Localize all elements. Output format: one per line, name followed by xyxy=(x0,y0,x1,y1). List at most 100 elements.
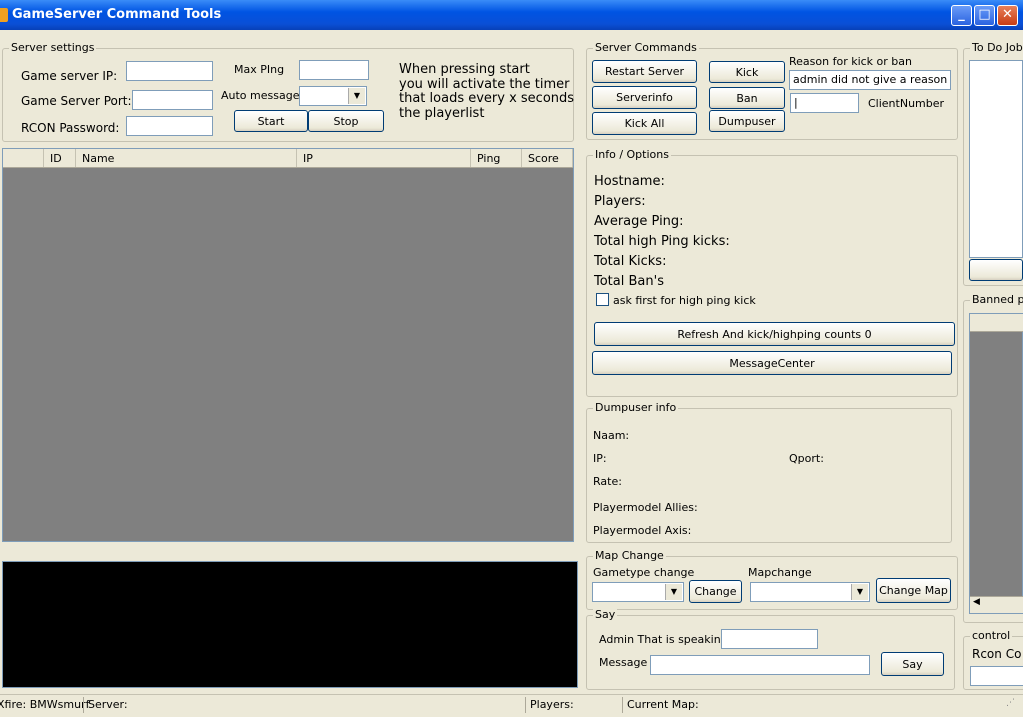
status-xfire: Xfire: BMWsmurf xyxy=(0,698,90,711)
playermodel-allies-label: Playermodel Allies: xyxy=(593,501,698,514)
todo-job-button[interactable] xyxy=(969,259,1023,281)
window-title: GameServer Command Tools xyxy=(12,7,222,22)
dumpuser-info-group: Dumpuser info xyxy=(586,401,952,543)
start-note-line3: that loads every x seconds xyxy=(399,91,575,106)
qport-label: Qport: xyxy=(789,452,824,465)
refresh-kick-counts-button[interactable]: Refresh And kick/highping counts 0 xyxy=(594,322,955,346)
server-commands-label: Server Commands xyxy=(593,41,699,54)
ask-first-checkbox[interactable] xyxy=(596,293,609,306)
rcon-command-input[interactable] xyxy=(970,666,1023,686)
max-ping-input[interactable] xyxy=(299,60,369,80)
game-server-ip-input[interactable] xyxy=(126,61,213,81)
server-settings-label: Server settings xyxy=(9,41,97,54)
column-header-id[interactable]: ID xyxy=(44,149,76,167)
todo-job-label: To Do Job xyxy=(970,41,1023,54)
max-ping-label: Max PIng xyxy=(234,63,285,76)
admin-speaking-label: Admin That is speaking xyxy=(599,633,728,646)
dump-ip-label: IP: xyxy=(593,452,607,465)
rcon-password-input[interactable] xyxy=(126,116,213,136)
reason-label: Reason for kick or ban xyxy=(789,55,912,68)
column-header-name[interactable]: Name xyxy=(76,149,297,167)
start-button[interactable]: Start xyxy=(234,110,308,132)
restart-server-button[interactable]: Restart Server xyxy=(592,60,697,83)
say-label: Say xyxy=(593,608,618,621)
status-players: Players: xyxy=(530,698,574,711)
mapchange-label: Mapchange xyxy=(748,566,812,579)
start-note-line2: you will activate the timer xyxy=(399,77,570,92)
console-output[interactable] xyxy=(2,561,578,688)
game-server-port-input[interactable] xyxy=(132,90,213,110)
close-button[interactable]: ✕ xyxy=(997,5,1018,26)
minimize-button[interactable]: _ xyxy=(951,5,972,26)
banned-players-list[interactable]: ◀ xyxy=(969,313,1023,614)
control-label: control xyxy=(970,629,1013,642)
maximize-button[interactable]: □ xyxy=(974,5,995,26)
stop-button[interactable]: Stop xyxy=(308,110,384,132)
total-kicks-label: Total Kicks: xyxy=(594,254,667,269)
column-header-blank[interactable] xyxy=(3,149,44,167)
admin-speaking-input[interactable] xyxy=(721,629,818,649)
kick-button[interactable]: Kick xyxy=(709,61,785,83)
column-header-ip[interactable]: IP xyxy=(297,149,471,167)
maximize-icon: □ xyxy=(978,7,991,22)
client-number-label: ClientNumber xyxy=(868,97,945,110)
close-icon: ✕ xyxy=(1002,7,1013,22)
todo-job-list[interactable] xyxy=(969,60,1023,258)
app-icon xyxy=(0,8,8,22)
chevron-down-icon: ▼ xyxy=(665,584,682,600)
kick-all-button[interactable]: Kick All xyxy=(592,112,697,135)
main-window: GameServer Command Tools _ □ ✕ Server se… xyxy=(0,0,1023,717)
map-select[interactable]: ▼ xyxy=(750,582,870,602)
messagecenter-button[interactable]: MessageCenter xyxy=(592,351,952,375)
chevron-down-icon: ▼ xyxy=(851,584,868,600)
status-separator xyxy=(525,697,526,713)
minimize-icon: _ xyxy=(958,7,965,22)
rcon-password-label: RCON Password: xyxy=(21,121,120,135)
chevron-down-icon: ▼ xyxy=(348,88,365,104)
rate-label: Rate: xyxy=(593,475,622,488)
status-separator xyxy=(622,697,623,713)
average-ping-label: Average Ping: xyxy=(594,214,684,229)
scroll-left-icon[interactable]: ◀ xyxy=(973,597,980,607)
auto-message-select[interactable]: ▼ xyxy=(299,86,367,106)
info-options-label: Info / Options xyxy=(593,148,671,161)
status-separator xyxy=(83,697,84,713)
banned-players-label: Banned pl xyxy=(970,293,1023,306)
client-number-input[interactable]: | xyxy=(790,93,859,113)
map-change-label: Map Change xyxy=(593,549,666,562)
serverinfo-button[interactable]: Serverinfo xyxy=(592,86,697,109)
player-list-header: ID Name IP Ping Score xyxy=(3,149,573,168)
playermodel-axis-label: Playermodel Axis: xyxy=(593,524,692,537)
say-button[interactable]: Say xyxy=(881,652,944,676)
gametype-select[interactable]: ▼ xyxy=(592,582,684,602)
game-server-port-label: Game Server Port: xyxy=(21,94,132,108)
gametype-change-button[interactable]: Change xyxy=(689,580,742,603)
resize-grip-icon[interactable]: ⋰ xyxy=(1006,698,1015,708)
message-label: Message xyxy=(599,656,648,669)
column-header-ping[interactable]: Ping xyxy=(471,149,522,167)
ban-button[interactable]: Ban xyxy=(709,87,785,109)
dumpuser-info-label: Dumpuser info xyxy=(593,401,679,414)
high-ping-kicks-label: Total high Ping kicks: xyxy=(594,234,730,249)
auto-message-label: Auto message xyxy=(221,89,300,102)
player-list[interactable]: ID Name IP Ping Score xyxy=(2,148,574,542)
rcon-command-label: Rcon Co xyxy=(972,647,1022,661)
status-server: Server: xyxy=(88,698,128,711)
game-server-ip-label: Game server IP: xyxy=(21,69,118,83)
change-map-button[interactable]: Change Map xyxy=(876,578,951,603)
gametype-change-label: Gametype change xyxy=(593,566,695,579)
status-bar: Xfire: BMWsmurf Server: Players: Current… xyxy=(0,694,1023,715)
status-current-map: Current Map: xyxy=(627,698,699,711)
column-header-score[interactable]: Score xyxy=(522,149,573,167)
ask-first-label: ask first for high ping kick xyxy=(613,294,756,307)
start-note-line1: When pressing start xyxy=(399,62,530,77)
reason-input[interactable]: admin did not give a reason xyxy=(789,70,951,90)
total-bans-label: Total Ban's xyxy=(594,274,664,289)
message-input[interactable] xyxy=(650,655,870,675)
banned-list-header xyxy=(970,314,1023,332)
dumpuser-button[interactable]: Dumpuser xyxy=(709,110,785,132)
hostname-label: Hostname: xyxy=(594,174,665,189)
players-label: Players: xyxy=(594,194,646,209)
horizontal-scrollbar[interactable]: ◀ xyxy=(970,596,1023,613)
title-bar[interactable]: GameServer Command Tools _ □ ✕ xyxy=(0,0,1023,30)
